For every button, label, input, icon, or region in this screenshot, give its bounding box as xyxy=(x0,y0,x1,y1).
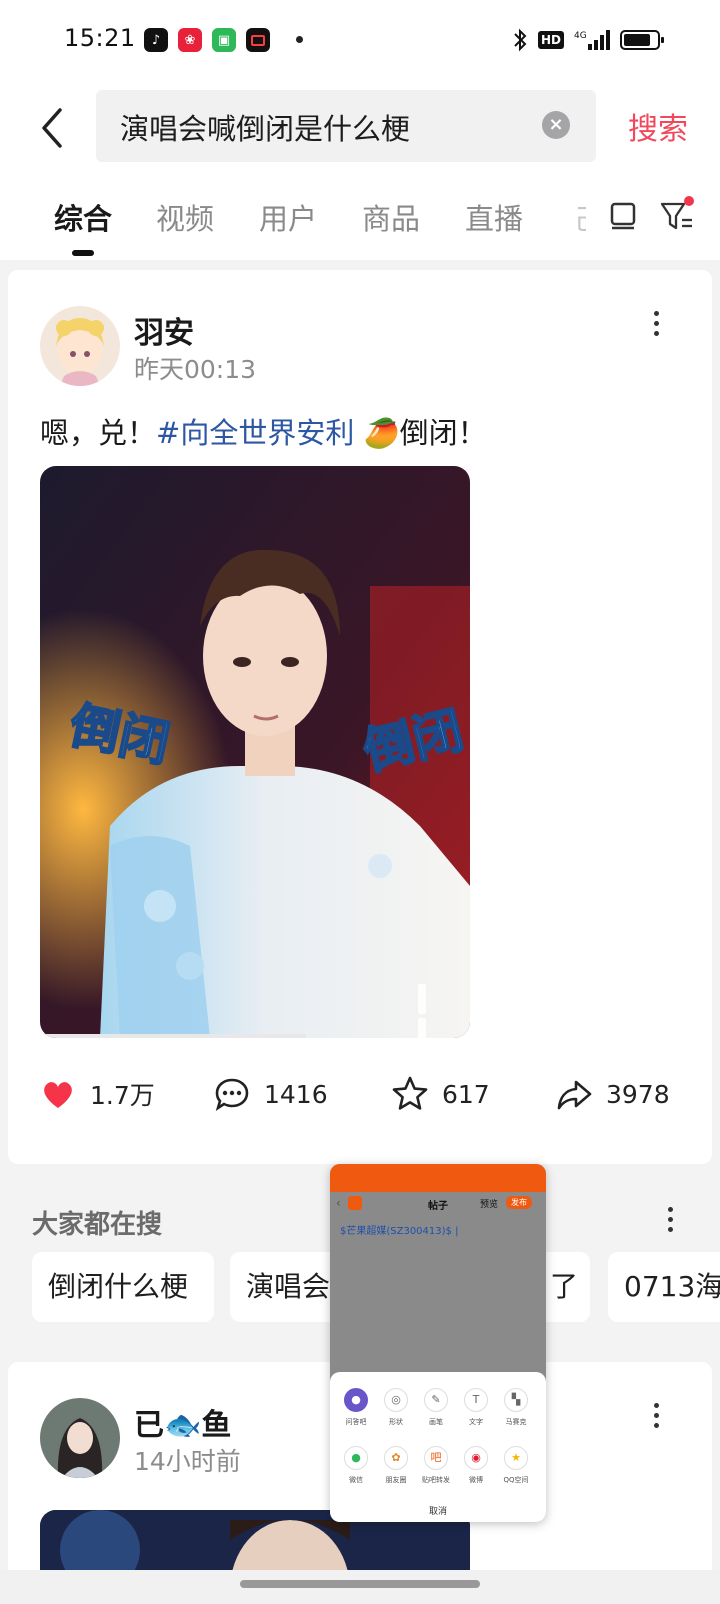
popular-chip[interactable]: 倒闭什么梗 xyxy=(32,1252,214,1322)
clear-icon[interactable]: × xyxy=(542,111,570,139)
share-option[interactable]: ✎ 画笔 xyxy=(416,1388,456,1427)
post-time: 14小时前 xyxy=(134,1447,241,1476)
comment-button[interactable]: 1416 xyxy=(212,1070,328,1118)
share-option[interactable]: ◉ 微博 xyxy=(456,1446,496,1485)
overlay-post-input[interactable]: $芒果超媒(SZ300413)$ | xyxy=(340,1222,458,1237)
share-option[interactable]: T 文字 xyxy=(456,1388,496,1427)
share-count: 3978 xyxy=(606,1079,670,1109)
battery-icon xyxy=(620,30,664,50)
post-actions: 1.7万 1416 617 3978 xyxy=(8,1070,712,1118)
tab-products[interactable]: 商品 xyxy=(362,196,420,238)
overlay-preview[interactable]: 预览 xyxy=(480,1197,498,1210)
post-text-suffix: 倒闭！ xyxy=(399,416,487,450)
tiktok-icon: ♪ xyxy=(144,28,168,52)
signal-icon: 4G xyxy=(574,30,610,50)
search-header: 演唱会喊倒闭是什么梗 × 搜索 xyxy=(0,84,720,180)
share-option[interactable]: ✿ 朋友圈 xyxy=(376,1446,416,1485)
svg-text:4G: 4G xyxy=(574,31,587,41)
overlay-back-icon[interactable]: ‹ xyxy=(336,1196,341,1210)
filter-icon[interactable] xyxy=(658,196,696,234)
tab-video[interactable]: 视频 xyxy=(156,196,214,238)
favorite-button[interactable]: 617 xyxy=(390,1070,490,1118)
more-options-button[interactable] xyxy=(646,308,666,340)
post-text-prefix: 嗯，兑！ xyxy=(40,416,157,450)
popular-chip-text[interactable]: 演唱会 xyxy=(246,1270,330,1303)
post-time: 昨天00:13 xyxy=(134,355,257,384)
share-option[interactable]: ▚ 马赛克 xyxy=(496,1388,536,1427)
popular-chip[interactable]: 0713海 xyxy=(608,1252,720,1322)
share-option[interactable]: ◎ 形状 xyxy=(376,1388,416,1427)
hd-badge: HD xyxy=(537,31,564,49)
overlay-cancel-button[interactable]: 取消 xyxy=(330,1504,546,1517)
author-name-part[interactable]: 已 xyxy=(134,1408,164,1443)
post-card[interactable]: 羽安 昨天00:13 嗯，兑！#向全世界安利 🥭倒闭！ 倒闭 倒闭 1.7万 1… xyxy=(8,270,712,1164)
tab-active-indicator xyxy=(72,250,94,256)
avatar[interactable] xyxy=(40,1398,120,1478)
more-options-button[interactable] xyxy=(646,1400,666,1432)
favorite-count: 617 xyxy=(442,1079,490,1109)
comment-icon xyxy=(215,1078,249,1112)
overlay-top-bar xyxy=(330,1164,546,1192)
author-name-part[interactable]: 鱼 xyxy=(201,1408,231,1443)
author-name[interactable]: 羽安 xyxy=(134,308,194,352)
tab-comprehensive[interactable]: 综合 xyxy=(54,196,112,238)
app-green-icon: ▣ xyxy=(212,28,236,52)
author-name[interactable]: 已🐟鱼 xyxy=(134,1400,231,1444)
tab-live[interactable]: 直播 xyxy=(465,196,523,238)
hashtag-link[interactable]: #向全世界安利 xyxy=(156,416,354,450)
comment-count: 1416 xyxy=(264,1079,328,1109)
share-option[interactable]: ● 问答吧 xyxy=(336,1388,376,1427)
share-button[interactable]: 3978 xyxy=(554,1070,670,1118)
status-time: 15:21 xyxy=(64,24,136,52)
heart-icon xyxy=(44,1082,72,1108)
status-bar: 15:21 ♪ ❀ ▣ HD 4G xyxy=(0,0,720,84)
share-option[interactable]: ● 微信 xyxy=(336,1446,376,1485)
search-button[interactable]: 搜索 xyxy=(628,104,688,148)
post-text: 嗯，兑！#向全世界安利 🥭倒闭！ xyxy=(40,410,487,452)
share-option[interactable]: 吧贴吧转发 xyxy=(416,1446,456,1485)
popular-more-button[interactable] xyxy=(660,1204,680,1236)
like-button[interactable]: 1.7万 xyxy=(38,1070,155,1118)
search-input[interactable]: 演唱会喊倒闭是什么梗 × xyxy=(96,90,596,162)
overlay-share-sheet: ● 问答吧 ◎ 形状 ✎ 画笔 T 文字 ▚ 马赛克 ● 微信 ✿ 朋友圈 吧贴吧转发 ◉ 微博… xyxy=(330,1372,546,1522)
back-arrow-icon[interactable] xyxy=(34,104,74,152)
share-option[interactable]: ★ QQ空间 xyxy=(496,1446,536,1485)
fish-emoji: 🐟 xyxy=(164,1408,202,1443)
popular-chip-tail[interactable]: 了 xyxy=(550,1252,578,1322)
video-player[interactable]: 倒闭 倒闭 xyxy=(40,466,470,1038)
video-frame[interactable]: 倒闭 倒闭 xyxy=(40,466,470,1038)
tab-bar: 综合 视频 用户 商品 直播 己 xyxy=(0,180,720,260)
bluetooth-icon xyxy=(514,28,527,52)
mango-emoji: 🥭 xyxy=(363,416,400,450)
layout-toggle-icon[interactable] xyxy=(604,196,642,234)
floating-share-window[interactable]: ‹ 帖子 预览 发布 $芒果超媒(SZ300413)$ | ● 问答吧 ◎ 形状 ✎… xyxy=(330,1164,546,1522)
pause-icon[interactable] xyxy=(418,984,444,1038)
app-red-icon: ❀ xyxy=(178,28,202,52)
like-count: 1.7万 xyxy=(90,1081,155,1110)
search-query[interactable]: 演唱会喊倒闭是什么梗 xyxy=(120,106,410,148)
overlay-app-logo xyxy=(348,1196,362,1210)
home-indicator[interactable] xyxy=(240,1580,480,1588)
tab-cut-off[interactable]: 己 xyxy=(574,198,586,234)
avatar[interactable] xyxy=(40,306,120,386)
app-screen-record-icon xyxy=(246,28,270,52)
popular-searches-title: 大家都在搜 xyxy=(32,1210,163,1240)
status-right: HD 4G xyxy=(512,26,666,54)
notification-dot xyxy=(296,36,303,43)
star-icon xyxy=(392,1076,428,1110)
overlay-title: 帖子 xyxy=(428,1201,448,1212)
share-icon xyxy=(557,1080,592,1110)
overlay-publish-button[interactable]: 发布 xyxy=(506,1196,532,1209)
tab-users[interactable]: 用户 xyxy=(259,196,317,238)
overlay-nav: ‹ 帖子 预览 发布 xyxy=(330,1192,546,1214)
